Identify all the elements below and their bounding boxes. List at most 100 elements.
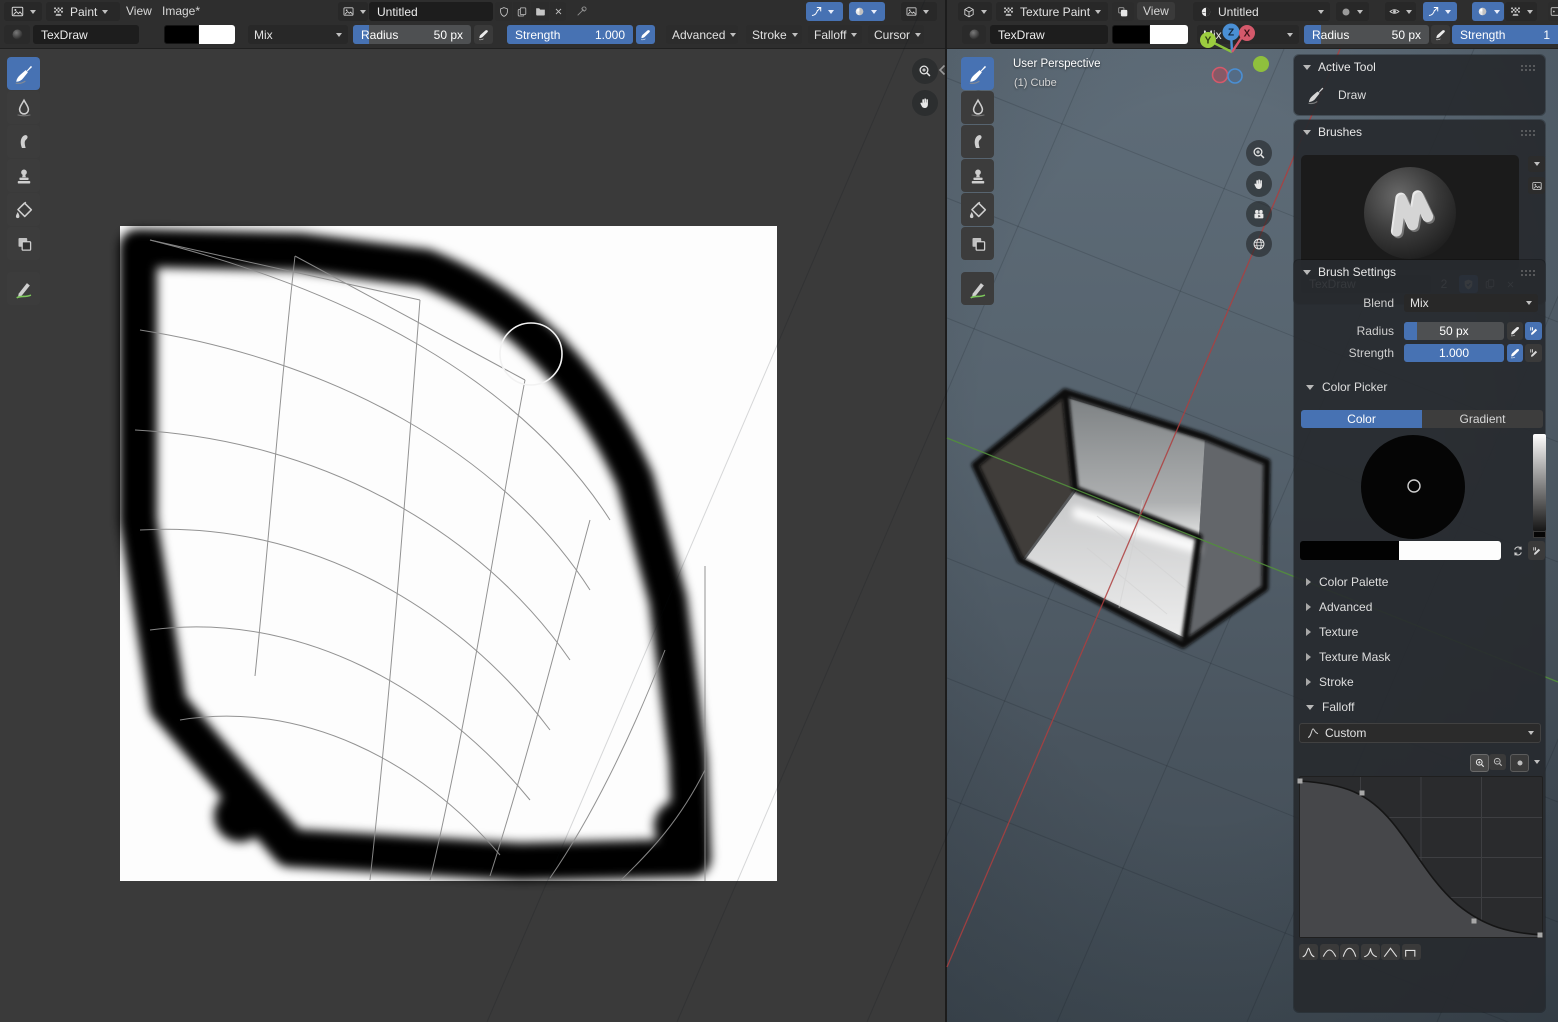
tool-draw[interactable] bbox=[7, 57, 40, 90]
radius-slider[interactable]: Radius50 px bbox=[1304, 25, 1429, 44]
mask-sphere-toggle[interactable] bbox=[1472, 2, 1504, 21]
section-texture[interactable]: Texture bbox=[1306, 625, 1358, 639]
brushes-header[interactable]: Brushes bbox=[1294, 120, 1545, 144]
fake-user-button[interactable] bbox=[495, 2, 512, 21]
curve-point-type-button[interactable] bbox=[1510, 754, 1529, 772]
curve-zoom-in-button[interactable] bbox=[1470, 754, 1489, 772]
navigation-gizmo[interactable]: Y Z X bbox=[1195, 24, 1275, 90]
proportional-falloff-toggle[interactable] bbox=[1423, 2, 1457, 21]
new-image-button[interactable] bbox=[513, 2, 530, 21]
menu-view[interactable]: View bbox=[120, 2, 158, 20]
pin-icon[interactable] bbox=[575, 4, 589, 18]
secondary-color-swatch[interactable] bbox=[199, 25, 235, 44]
value-slider[interactable] bbox=[1533, 434, 1546, 531]
radius-slider[interactable]: 50 px bbox=[1404, 322, 1504, 340]
strength-slider[interactable]: Strength1.000 bbox=[507, 25, 633, 44]
tool-annotate[interactable] bbox=[961, 272, 994, 305]
radius-pressure-button[interactable] bbox=[474, 25, 493, 44]
gradient-tab[interactable]: Gradient bbox=[1422, 410, 1543, 428]
tool-annotate[interactable] bbox=[7, 272, 40, 305]
section-color-palette[interactable]: Color Palette bbox=[1306, 575, 1388, 589]
tool-smear[interactable] bbox=[961, 125, 994, 158]
pan-button[interactable] bbox=[912, 90, 938, 116]
brush-name-field[interactable]: TexDraw bbox=[990, 25, 1108, 44]
tool-soften[interactable] bbox=[7, 91, 40, 124]
tool-clone[interactable] bbox=[961, 159, 994, 192]
falloff-preset-linear[interactable] bbox=[1381, 944, 1400, 960]
brush-preview-button[interactable] bbox=[962, 25, 986, 44]
brush-preview[interactable] bbox=[1301, 155, 1519, 270]
brush-name-field[interactable]: TexDraw bbox=[33, 25, 139, 44]
advanced-popover[interactable]: Advanced bbox=[666, 25, 738, 44]
clipped-header-button[interactable] bbox=[1548, 2, 1558, 21]
brush-datablock-button[interactable] bbox=[1528, 177, 1545, 194]
zoom-button[interactable] bbox=[912, 58, 938, 84]
gizmo-z-neg-axis[interactable] bbox=[1228, 69, 1242, 83]
drag-handle-icon[interactable] bbox=[1520, 129, 1536, 136]
radius-tablet-button[interactable] bbox=[1525, 322, 1542, 340]
curve-zoom-out-button[interactable] bbox=[1489, 754, 1506, 770]
stroke-popover[interactable]: Stroke bbox=[746, 25, 802, 44]
drag-handle-icon[interactable] bbox=[1520, 64, 1536, 71]
open-image-button[interactable] bbox=[531, 2, 549, 21]
strength-pen-button[interactable] bbox=[1507, 344, 1523, 362]
paint-canvas[interactable] bbox=[120, 226, 777, 881]
proportional-falloff-toggle[interactable] bbox=[806, 2, 843, 21]
cursor-popover[interactable]: Cursor bbox=[868, 25, 924, 44]
image-browse-button[interactable] bbox=[338, 2, 368, 21]
radius-slider[interactable]: Radius50 px bbox=[353, 25, 471, 44]
menu-view[interactable]: View bbox=[1137, 2, 1175, 20]
brush-settings-header[interactable]: Brush Settings bbox=[1294, 260, 1545, 284]
active-tool-header[interactable]: Active Tool bbox=[1294, 55, 1545, 79]
brush-display-dropdown[interactable] bbox=[1336, 2, 1369, 21]
tool-soften[interactable] bbox=[961, 91, 994, 124]
editor-type-button[interactable] bbox=[4, 2, 42, 21]
texture-slot-dropdown[interactable]: Untitled bbox=[1193, 2, 1330, 21]
tool-smear[interactable] bbox=[7, 125, 40, 158]
primary-color-swatch[interactable] bbox=[1112, 25, 1150, 44]
menu-image[interactable]: Image* bbox=[156, 2, 206, 20]
paint-mask-toggle[interactable] bbox=[1385, 2, 1416, 21]
blend-mode-dropdown[interactable]: Mix bbox=[248, 25, 348, 44]
section-stroke[interactable]: Stroke bbox=[1306, 675, 1354, 689]
tool-fill[interactable] bbox=[961, 193, 994, 226]
falloff-popover[interactable]: Falloff bbox=[808, 25, 862, 44]
primary-color-swatch[interactable] bbox=[1300, 541, 1399, 560]
stencil-image-toggle[interactable] bbox=[901, 2, 937, 21]
tool-fill[interactable] bbox=[7, 193, 40, 226]
strength-slider[interactable]: Strength1 bbox=[1452, 25, 1558, 44]
color-wheel[interactable] bbox=[1358, 432, 1468, 542]
gizmo-x-neg-axis[interactable] bbox=[1213, 68, 1228, 83]
color-picker-header[interactable]: Color Picker bbox=[1306, 380, 1387, 394]
falloff-preset-sphere[interactable] bbox=[1320, 944, 1339, 960]
viewport-perspective-button[interactable] bbox=[1246, 231, 1272, 257]
strength-pressure-button[interactable] bbox=[636, 25, 655, 44]
swap-colors-button[interactable] bbox=[1509, 541, 1526, 560]
section-falloff[interactable]: Falloff bbox=[1306, 700, 1354, 714]
color-tablet-button[interactable] bbox=[1528, 541, 1545, 560]
gizmo-y-neg-axis[interactable] bbox=[1253, 56, 1269, 72]
section-texture-mask[interactable]: Texture Mask bbox=[1306, 650, 1390, 664]
mask-sphere-toggle[interactable] bbox=[849, 2, 885, 21]
falloff-preset-smooth[interactable] bbox=[1299, 944, 1318, 960]
secondary-color-swatch[interactable] bbox=[1150, 25, 1188, 44]
value-slider-indicator[interactable] bbox=[1533, 531, 1546, 538]
curve-options-button[interactable] bbox=[1529, 754, 1544, 770]
falloff-curve-editor[interactable] bbox=[1299, 776, 1543, 938]
brush-select-dropdown[interactable] bbox=[1528, 156, 1545, 172]
radius-pressure-button[interactable] bbox=[1431, 25, 1450, 44]
tool-mask[interactable] bbox=[961, 227, 994, 260]
brush-preview-button[interactable] bbox=[4, 25, 30, 44]
viewport-pan-button[interactable] bbox=[1246, 171, 1272, 197]
tool-mask[interactable] bbox=[7, 227, 40, 260]
tool-clone[interactable] bbox=[7, 159, 40, 192]
tool-draw[interactable] bbox=[961, 57, 994, 90]
editor-type-button[interactable] bbox=[958, 2, 992, 21]
drag-handle-icon[interactable] bbox=[1520, 269, 1536, 276]
falloff-preset-sharp[interactable] bbox=[1361, 944, 1380, 960]
radius-pen-button[interactable] bbox=[1507, 322, 1523, 340]
viewport-camera-button[interactable] bbox=[1246, 201, 1272, 227]
cube-object[interactable] bbox=[975, 392, 1267, 645]
color-tab[interactable]: Color bbox=[1301, 410, 1422, 428]
strength-tablet-button[interactable] bbox=[1525, 344, 1542, 362]
